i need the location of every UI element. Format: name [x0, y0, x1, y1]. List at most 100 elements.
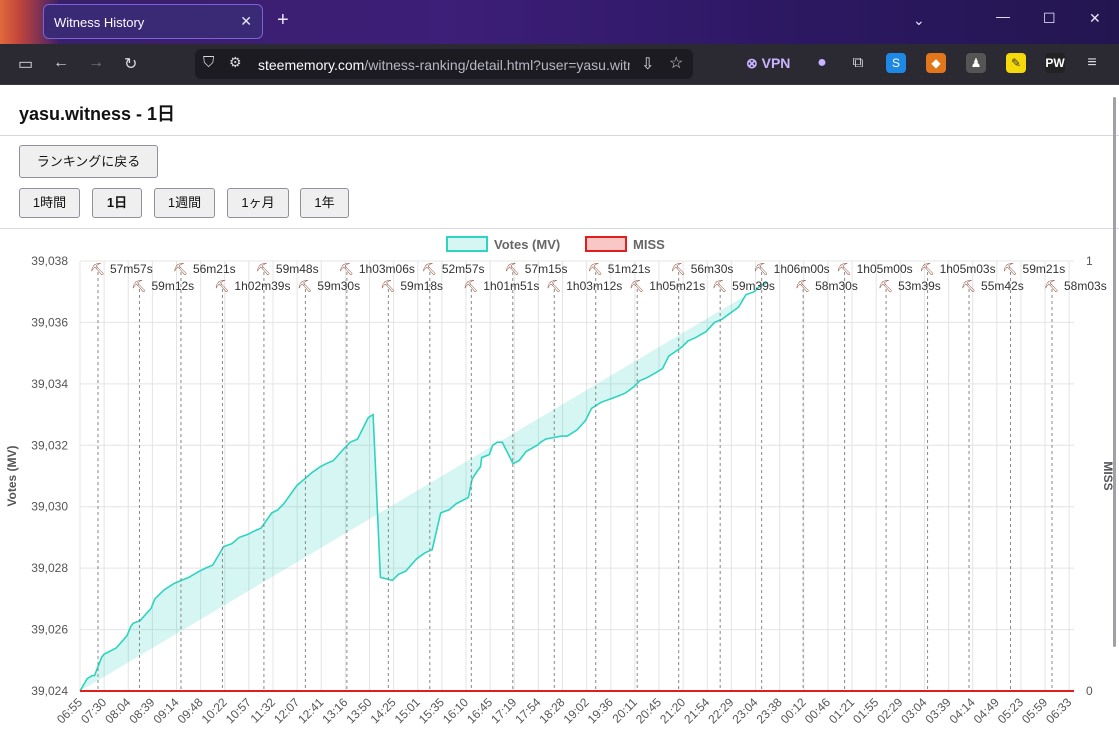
x-tick-label: 00:46: [802, 695, 833, 726]
tab-witness-history[interactable]: Witness History ✕: [43, 4, 263, 39]
pickaxe-icon: ⛏: [173, 262, 188, 276]
y-tick-label: 39,030: [31, 500, 68, 514]
note-extension-icon[interactable]: ✎: [1006, 53, 1026, 73]
legend-miss-label: MISS: [633, 237, 665, 252]
block-annotation-label: 1h03m12s: [566, 279, 622, 293]
x-tick-label: 13:50: [344, 695, 375, 726]
x-tick-label: 19:02: [561, 695, 592, 726]
x-tick-label: 07:30: [78, 695, 109, 726]
detective-extension-icon[interactable]: ♟: [966, 53, 986, 73]
steem-extension-icon[interactable]: S: [886, 53, 906, 73]
block-annotation-label: 57m57s: [110, 262, 153, 276]
pickaxe-icon: ⛏: [837, 262, 852, 276]
block-annotation-label: 52m57s: [442, 262, 485, 276]
block-annotation-label: 58m03s: [1064, 279, 1107, 293]
pickaxe-icon: ⛏: [131, 279, 146, 293]
forward-arrow-icon[interactable]: →: [88, 54, 104, 72]
vpn-button[interactable]: ⊗ VPN: [746, 55, 790, 72]
x-tick-label: 17:54: [512, 695, 543, 726]
x-tick-label: 08:04: [102, 695, 133, 726]
maximize-icon[interactable]: ☐: [1043, 10, 1056, 27]
block-annotation-label: 1h05m21s: [649, 279, 705, 293]
block-annotation-label: 59m39s: [732, 279, 775, 293]
block-annotation-label: 1h05m03s: [940, 262, 996, 276]
y-tick-label: 39,034: [31, 377, 68, 391]
pickaxe-icon: ⛏: [505, 262, 520, 276]
x-tick-label: 01:55: [850, 695, 881, 726]
pickaxe-icon: ⛏: [90, 262, 105, 276]
block-annotation-label: 59m18s: [400, 279, 443, 293]
range-1day-button[interactable]: 1日: [92, 188, 142, 218]
block-annotation-label: 53m39s: [898, 279, 941, 293]
block-annotation-label: 59m12s: [151, 279, 194, 293]
shield-icon[interactable]: ⛉: [203, 54, 214, 71]
pickaxe-icon: ⛏: [1044, 279, 1059, 293]
x-tick-label: 21:20: [657, 695, 688, 726]
block-annotation-label: 57m15s: [525, 262, 568, 276]
pickaxe-icon: ⛏: [339, 262, 354, 276]
x-tick-label: 13:16: [319, 695, 350, 726]
vpn-label: VPN: [761, 55, 791, 71]
address-bar[interactable]: ⛉ ⚙ steememory.com/witness-ranking/detai…: [195, 49, 693, 79]
minimize-icon[interactable]: —: [996, 8, 1010, 24]
back-arrow-icon[interactable]: ←: [53, 54, 69, 72]
metamask-fox-icon[interactable]: ◆: [926, 53, 946, 73]
x-tick-label: 23:04: [730, 695, 761, 726]
back-to-ranking-button[interactable]: ランキングに戻る: [19, 145, 158, 178]
range-1year-button[interactable]: 1年: [300, 188, 349, 218]
pickaxe-icon: ⛏: [671, 262, 686, 276]
extensions-puzzle-icon[interactable]: ⧉: [848, 53, 868, 73]
browser-window: Witness History ✕ + ⌄ — ☐ ✕ ▭ ← → ↻ ⛉ ⚙ …: [0, 0, 1119, 740]
x-tick-label: 17:19: [488, 695, 519, 726]
close-tab-icon[interactable]: ✕: [240, 13, 252, 30]
y-tick-label: 39,024: [31, 684, 68, 698]
block-annotation-label: 55m42s: [981, 279, 1024, 293]
x-tick-label: 20:45: [633, 695, 664, 726]
votes-chart: 39,024 39,026 39,028 39,030 39,032 39,034 39,0…: [5, 236, 1115, 726]
pickaxe-icon: ⛏: [878, 279, 893, 293]
range-1hour-button[interactable]: 1時間: [19, 188, 80, 218]
url-text[interactable]: steememory.com/witness-ranking/detail.ht…: [258, 57, 630, 73]
account-icon[interactable]: ●: [812, 53, 832, 73]
x-tick-label: 03:04: [898, 695, 929, 726]
block-annotation-label: 1h01m51s: [483, 279, 539, 293]
section-divider: [0, 228, 1119, 229]
y-axis-title-right: MISS: [1101, 461, 1115, 490]
x-tick-label: 03:39: [923, 695, 954, 726]
sidebar-icon[interactable]: ▭: [18, 54, 33, 74]
x-tick-label: 06:55: [54, 695, 85, 726]
pickaxe-icon: ⛏: [1003, 262, 1018, 276]
x-tick-label: 08:39: [126, 695, 157, 726]
pickaxe-icon: ⛏: [422, 262, 437, 276]
x-tick-label: 20:11: [610, 695, 641, 726]
x-tick-label: 11:32: [248, 695, 279, 726]
block-annotation-label: 51m21s: [608, 262, 651, 276]
block-annotation-label: 56m30s: [691, 262, 734, 276]
x-tick-label: 10:22: [199, 695, 230, 726]
x-tick-label: 02:29: [874, 695, 905, 726]
range-1month-button[interactable]: 1ヶ月: [227, 188, 289, 218]
url-path: /witness-ranking/detail.html?user=yasu.w…: [364, 57, 630, 73]
x-tick-label: 04:49: [971, 695, 1002, 726]
y-tick-label: 39,036: [31, 315, 68, 329]
block-annotation-label: 59m21s: [1023, 262, 1066, 276]
page-settings-icon[interactable]: ⚙: [229, 54, 242, 71]
save-page-icon[interactable]: ⇩: [641, 54, 654, 74]
pw-extension-icon[interactable]: PW: [1045, 53, 1065, 73]
x-tick-label: 09:48: [175, 695, 206, 726]
tab-list-chevron-down-icon[interactable]: ⌄: [913, 12, 925, 29]
range-1week-button[interactable]: 1週間: [154, 188, 215, 218]
bookmark-star-icon[interactable]: ☆: [669, 53, 683, 73]
pickaxe-icon: ⛏: [920, 262, 935, 276]
y-axis-title-left: Votes (MV): [5, 445, 19, 506]
title-bar: Witness History ✕ + ⌄ — ☐ ✕: [0, 0, 1119, 44]
x-tick-label: 12:07: [271, 695, 302, 726]
close-window-icon[interactable]: ✕: [1089, 10, 1101, 27]
reload-icon[interactable]: ↻: [124, 54, 137, 74]
new-tab-icon[interactable]: +: [277, 10, 289, 30]
pickaxe-icon: ⛏: [629, 279, 644, 293]
x-tick-label: 15:01: [392, 695, 423, 726]
menu-hamburger-icon[interactable]: ≡: [1082, 53, 1102, 73]
y-tick-label: 39,026: [31, 623, 68, 637]
pickaxe-icon: ⛏: [754, 262, 769, 276]
